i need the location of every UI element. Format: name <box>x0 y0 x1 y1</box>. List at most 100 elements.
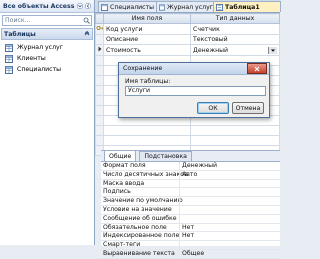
property-value[interactable]: Общее <box>179 249 280 258</box>
table-row[interactable] <box>95 125 280 136</box>
chevron-down-icon[interactable] <box>77 3 83 9</box>
table-icon <box>5 65 13 74</box>
property-row[interactable]: Формат поля Денежный <box>101 162 280 171</box>
property-value[interactable]: Нет <box>179 223 280 232</box>
tab-label: Журнал услуг <box>167 3 213 11</box>
property-value[interactable] <box>179 241 280 249</box>
property-label: Значение по умолчанию <box>103 197 183 205</box>
property-value[interactable] <box>179 214 280 223</box>
property-row[interactable]: Сообщение об ошибке <box>101 214 280 224</box>
tab-lookup[interactable]: Подстановка <box>139 151 192 161</box>
tab-label: Специалисты <box>110 3 155 11</box>
property-value[interactable]: Денежный <box>179 162 280 170</box>
row-selector[interactable] <box>95 75 104 86</box>
column-header-field-name: Имя поля <box>103 13 191 24</box>
nav-item-label: Специалисты <box>17 66 62 73</box>
field-name-cell[interactable]: Описание <box>103 34 191 45</box>
property-row[interactable]: Маска ввода <box>101 179 280 189</box>
property-row[interactable]: Выравнивание текста Общее <box>101 249 280 259</box>
property-value[interactable] <box>179 188 280 197</box>
data-type-cell[interactable]: Счетчик <box>190 23 280 35</box>
table-name-input[interactable]: Услуги <box>125 86 266 96</box>
row-selector[interactable] <box>95 105 104 116</box>
data-type-cell[interactable] <box>190 125 280 136</box>
field-properties-tabs: Общие Подстановка <box>101 150 280 162</box>
property-value[interactable] <box>179 179 280 188</box>
property-row[interactable]: Подпись <box>101 188 280 198</box>
row-selector[interactable] <box>95 34 104 45</box>
nav-item-table[interactable]: Специалисты <box>0 64 94 75</box>
nav-item-table[interactable]: Журнал услуг <box>0 42 94 53</box>
field-name-cell[interactable]: Стоимость <box>103 44 191 56</box>
nav-pane-header[interactable]: Все объекты Access <box>0 0 94 13</box>
current-row-arrow-icon <box>98 46 102 52</box>
property-label: Выравнивание текста <box>103 249 175 257</box>
property-row[interactable]: Число десятичных знаков Авто <box>101 170 280 180</box>
property-label: Число десятичных знаков <box>103 170 188 178</box>
group-tables-header[interactable]: Таблицы <box>1 28 93 40</box>
field-name-cell[interactable] <box>103 135 191 146</box>
cancel-button[interactable]: Отмена <box>232 102 264 114</box>
row-selector[interactable] <box>95 23 104 35</box>
row-selector[interactable] <box>95 65 104 76</box>
close-button[interactable] <box>247 63 267 74</box>
chevron-up-icon[interactable] <box>84 31 90 37</box>
data-type-value: Денежный <box>193 46 229 54</box>
dialog-title-bar[interactable]: Сохранение <box>119 63 269 75</box>
property-label: Формат поля <box>103 162 146 169</box>
collapse-pane-icon[interactable] <box>85 3 91 9</box>
table-row[interactable]: Стоимость Денежный <box>95 44 280 56</box>
row-selector[interactable] <box>95 125 104 136</box>
close-icon <box>254 66 260 71</box>
primary-key-icon <box>96 26 103 30</box>
data-type-dropdown[interactable]: Денежный <box>190 44 280 56</box>
property-row[interactable]: Смарт-теги <box>101 241 280 250</box>
search-input[interactable]: Поиск... <box>5 17 83 24</box>
property-value[interactable]: Авто <box>179 170 280 179</box>
property-label: Индексированное поле <box>103 232 180 240</box>
nav-item-table[interactable]: Клиенты <box>0 53 94 64</box>
table-icon <box>5 54 13 63</box>
field-name-cell[interactable] <box>103 125 191 136</box>
dropdown-arrow-icon[interactable] <box>268 46 277 54</box>
row-selector[interactable] <box>95 135 104 146</box>
table-row[interactable]: Код услуги Счетчик <box>95 23 280 35</box>
table-name-label: Имя таблицы: <box>125 78 171 85</box>
table-icon <box>101 3 108 11</box>
tab-general[interactable]: Общие <box>104 150 137 161</box>
property-label: Маска ввода <box>103 179 145 187</box>
table-row[interactable]: Описание Текстовый <box>95 34 280 45</box>
ok-button[interactable]: ОК <box>197 102 229 114</box>
nav-pane-title: Все объекты Access <box>3 2 75 10</box>
property-row[interactable]: Обязательное поле Нет <box>101 223 280 233</box>
property-value[interactable] <box>179 205 280 214</box>
table-row[interactable] <box>95 135 280 146</box>
property-row[interactable]: Условие на значение <box>101 205 280 215</box>
property-label: Смарт-теги <box>103 241 141 249</box>
table-icon <box>5 43 13 52</box>
field-properties-pane: Общие Подстановка Формат поля Денежный Чи… <box>101 150 280 259</box>
search-icon[interactable] <box>83 17 90 24</box>
row-selector[interactable] <box>95 55 104 66</box>
row-selector[interactable] <box>95 115 104 126</box>
property-value[interactable]: Нет <box>179 232 280 241</box>
tab-services-log[interactable]: Журнал услуг <box>156 1 216 12</box>
property-label: Условие на значение <box>103 205 172 213</box>
group-tables-label: Таблицы <box>4 30 36 38</box>
tab-specialists[interactable]: Специалисты <box>98 1 159 12</box>
property-row[interactable]: Значение по умолчанию <box>101 197 280 206</box>
property-label: Подпись <box>103 188 131 196</box>
row-selector[interactable] <box>95 85 104 96</box>
data-type-cell[interactable] <box>190 135 280 146</box>
row-selector[interactable] <box>95 44 104 56</box>
tab-table1[interactable]: Таблица1 <box>213 1 281 12</box>
nav-search-box[interactable]: Поиск... <box>2 15 92 26</box>
table-icon <box>159 3 166 11</box>
nav-item-label: Журнал услуг <box>17 44 63 51</box>
property-row[interactable]: Индексированное поле Нет <box>101 232 280 242</box>
property-value[interactable] <box>179 197 280 205</box>
row-selector[interactable] <box>95 95 104 106</box>
navigation-pane: Все объекты Access Поиск... Таблицы Журн… <box>0 0 95 245</box>
field-name-cell[interactable]: Код услуги <box>103 23 191 35</box>
data-type-cell[interactable]: Текстовый <box>190 34 280 45</box>
